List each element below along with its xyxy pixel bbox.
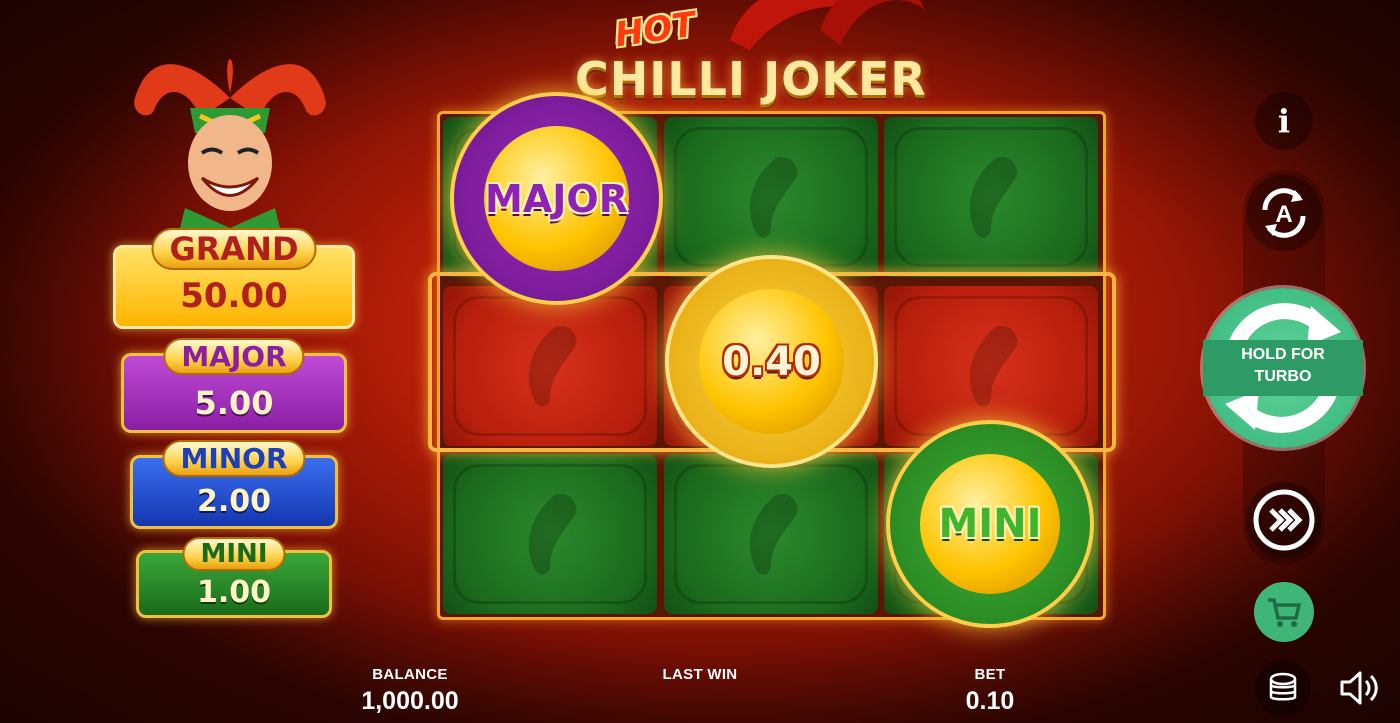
bet-settings-button[interactable] (1255, 660, 1311, 716)
jester-character (134, 59, 326, 228)
reel-cell (884, 117, 1098, 277)
bet-value: 0.10 (965, 687, 1015, 715)
shopping-cart-icon (1268, 598, 1302, 627)
mini-coin-symbol: MINI (886, 420, 1094, 628)
logo-title-text: CHILLI JOKER (575, 52, 927, 106)
value-coin-label: 0.40 (722, 338, 821, 385)
spin-button[interactable]: HOLD FOR TURBO (1203, 288, 1363, 448)
spin-label: HOLD FOR TURBO (1203, 344, 1363, 388)
major-coin-symbol: MAJOR (450, 92, 663, 305)
jackpot-mini: MINI 1.00 (136, 537, 332, 618)
turbo-button[interactable] (1246, 482, 1322, 558)
chili-symbol-icon (749, 157, 798, 238)
jackpot-mini-label: MINI (182, 537, 286, 571)
jackpot-major: MAJOR 5.00 (121, 338, 347, 433)
balance-value: 1,000.00 (361, 687, 459, 715)
jackpot-minor-label: MINOR (162, 440, 306, 477)
fast-forward-icon (1253, 489, 1315, 551)
reel-cell (664, 454, 878, 614)
balance-display: BALANCE 1,000.00 (310, 666, 510, 716)
jackpot-grand-label: GRAND (151, 228, 317, 270)
chili-peppers-decoration (730, 0, 925, 50)
autoplay-button[interactable]: A (1246, 175, 1322, 251)
autoplay-icon: A (1262, 188, 1306, 238)
game-logo: HOT CHILLI JOKER (560, 0, 1000, 110)
jackpot-major-label: MAJOR (163, 338, 305, 375)
last-win-label: LAST WIN (662, 666, 738, 683)
chili-symbol-icon (969, 157, 1018, 238)
info-icon: i (1277, 102, 1291, 140)
autoplay-letter: A (1275, 201, 1292, 228)
reel-cell (664, 117, 878, 277)
jackpot-grand: GRAND 50.00 (113, 228, 355, 329)
logo-hot-text: HOT (612, 4, 698, 56)
jackpot-minor-value: 2.00 (196, 484, 272, 519)
spin-label-line2: TURBO (1254, 368, 1312, 385)
buy-feature-button[interactable] (1254, 582, 1314, 642)
chili-symbol-icon (528, 494, 577, 575)
mini-coin-label: MINI (938, 501, 1042, 547)
bet-display[interactable]: BET 0.10 (890, 666, 1090, 716)
coins-stack-icon (1269, 672, 1297, 701)
jackpot-mini-value: 1.00 (196, 575, 272, 610)
jackpot-major-value: 5.00 (194, 384, 274, 422)
speaker-icon (1340, 671, 1378, 705)
balance-label: BALANCE (372, 666, 448, 683)
jackpot-minor: MINOR 2.00 (130, 440, 338, 529)
major-coin-label: MAJOR (485, 176, 628, 221)
jackpot-grand-value: 50.00 (180, 276, 288, 316)
info-button[interactable]: i (1255, 92, 1313, 150)
sound-button[interactable] (1332, 660, 1388, 716)
reel-cell (443, 454, 657, 614)
chili-symbol-icon (749, 494, 798, 575)
spin-label-line1: HOLD FOR (1241, 346, 1325, 363)
last-win-display: LAST WIN (600, 666, 800, 687)
value-coin-symbol: 0.40 (665, 255, 878, 468)
bet-label: BET (974, 666, 1006, 683)
